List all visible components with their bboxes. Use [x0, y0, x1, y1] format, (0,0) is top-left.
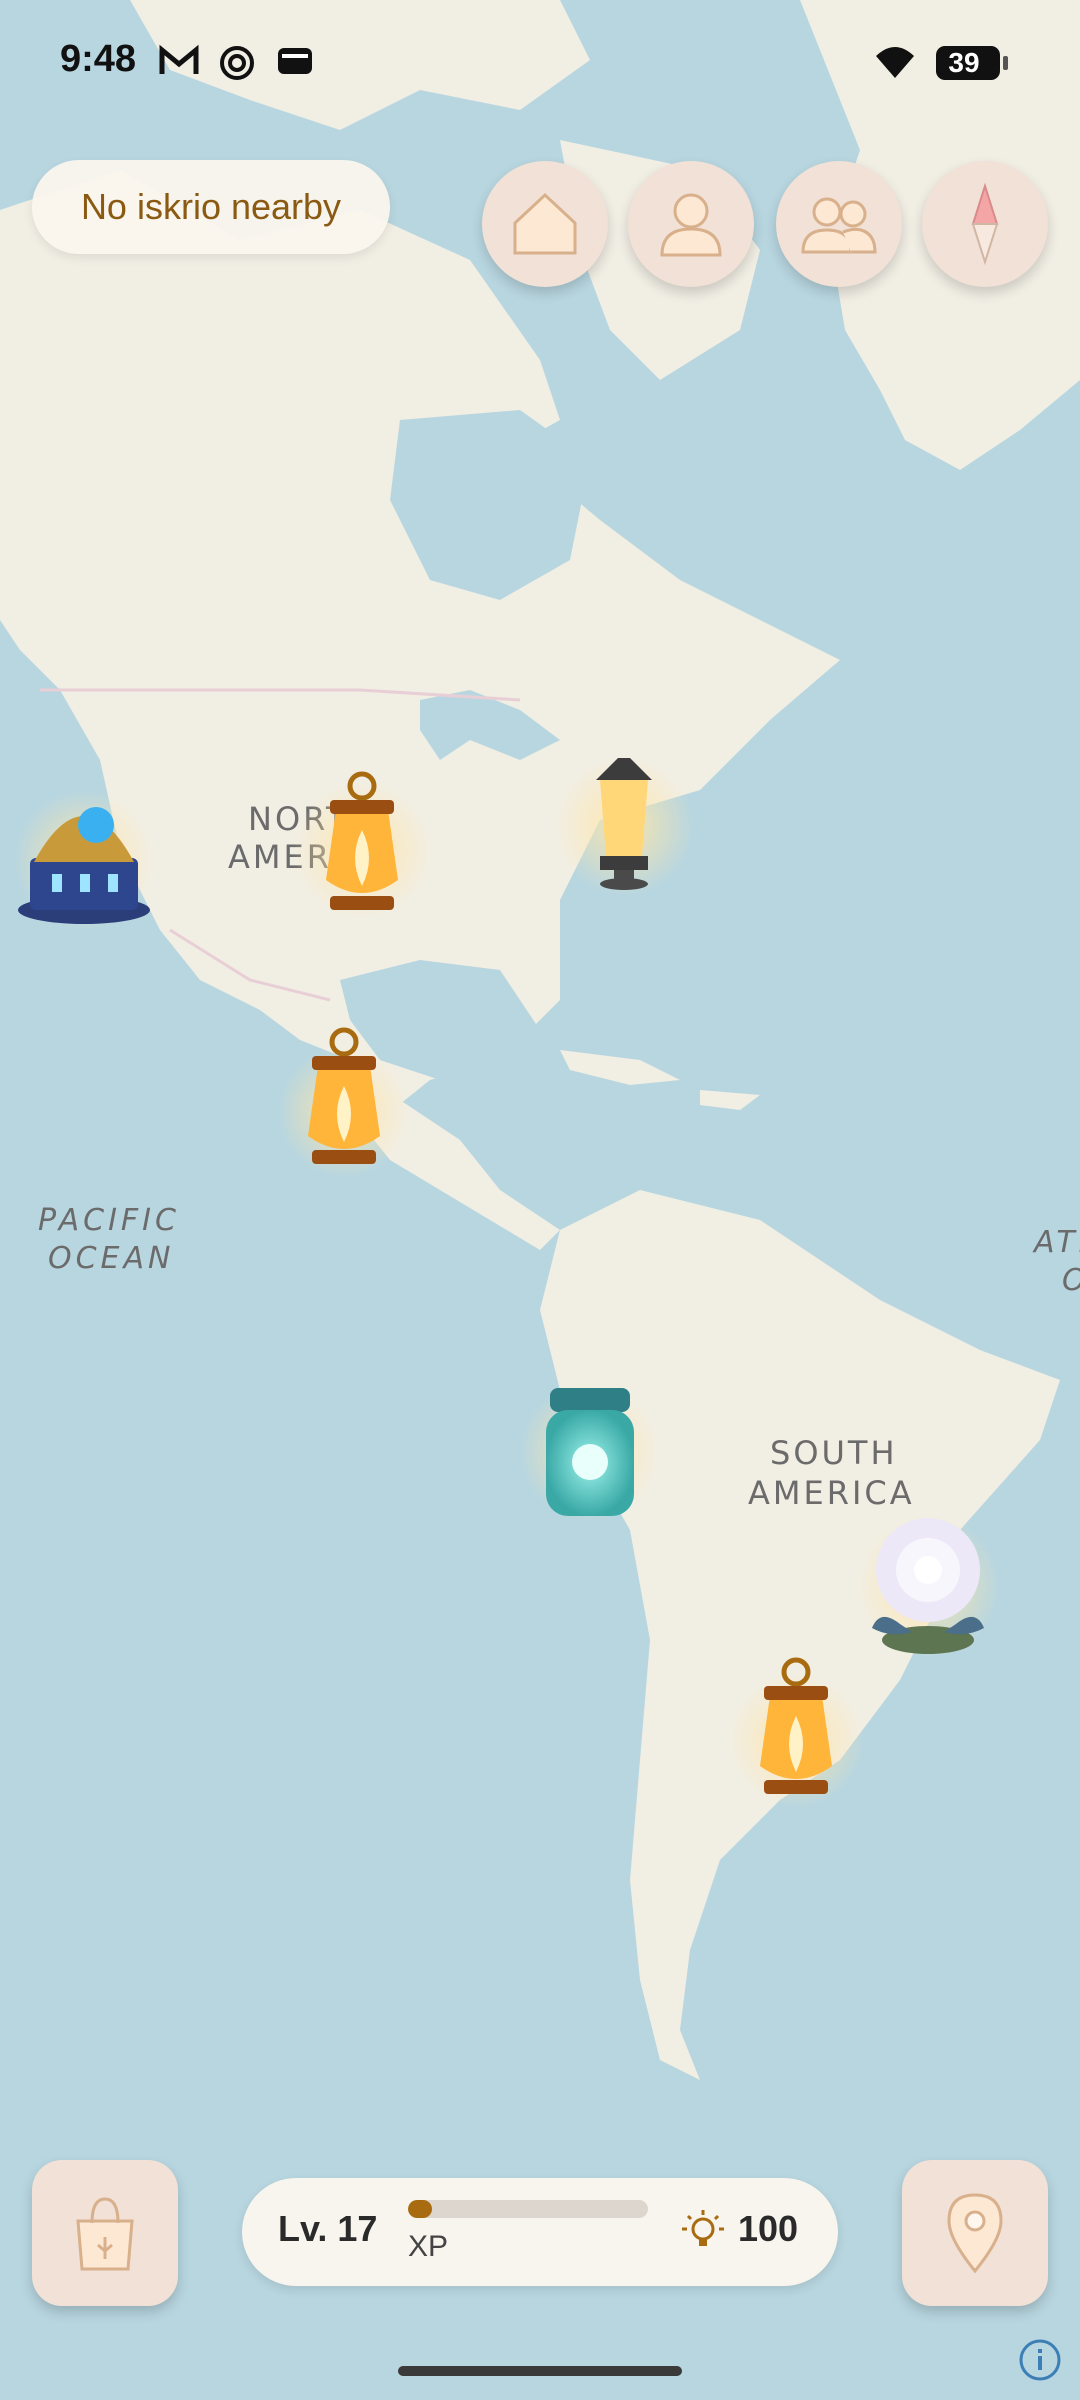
- battery-indicator: 39: [936, 46, 1008, 80]
- xp-progress-fill: [408, 2200, 432, 2218]
- label-pacific-2: OCEAN: [48, 1241, 174, 1276]
- nearby-status-text: No iskrio nearby: [80, 186, 342, 227]
- player-stats-bar: Lv. 17 XP 100: [242, 2178, 838, 2286]
- profile-icon: [660, 193, 722, 257]
- label-atlantic-2: OCEAN: [1062, 1263, 1080, 1298]
- compass-button[interactable]: [922, 161, 1048, 287]
- battery-level: 39: [948, 47, 980, 78]
- threads-icon: [220, 46, 254, 80]
- bag-button[interactable]: [32, 2160, 178, 2306]
- points-count: 100: [738, 2208, 799, 2249]
- friends-button[interactable]: [776, 161, 902, 287]
- label-south-america-1: SOUTH: [770, 1434, 898, 1472]
- wallet-icon: [278, 48, 312, 74]
- street-lamp-icon[interactable]: [554, 756, 694, 896]
- label-south-america-2: AMERICA: [748, 1474, 915, 1512]
- wifi-icon: [876, 47, 914, 78]
- home-icon: [513, 192, 577, 255]
- gesture-home-indicator[interactable]: [398, 2366, 682, 2376]
- compass-icon: [971, 182, 999, 266]
- location-button[interactable]: [902, 2160, 1048, 2306]
- nearby-status-pill: No iskrio nearby: [32, 160, 390, 254]
- profile-button[interactable]: [628, 161, 754, 287]
- location-pin-icon: [947, 2193, 1003, 2274]
- xp-label: XP: [408, 2230, 449, 2263]
- glowing-jar-icon[interactable]: [520, 1382, 660, 1522]
- label-atlantic-1: ATLANTIC: [1032, 1225, 1080, 1260]
- observatory-dome-icon[interactable]: [14, 790, 154, 930]
- label-pacific-1: PACIFIC: [38, 1203, 180, 1238]
- friends-icon: [801, 197, 877, 254]
- info-icon[interactable]: [1018, 2338, 1062, 2382]
- xp-progress-track: [408, 2200, 648, 2218]
- player-level: Lv. 17: [278, 2208, 378, 2249]
- status-bar: 9:48 39: [0, 0, 1080, 120]
- shopping-bag-icon: [76, 2197, 134, 2271]
- status-time: 9:48: [60, 38, 137, 80]
- white-flower-icon[interactable]: [856, 1514, 1000, 1658]
- gmail-icon: [159, 44, 199, 74]
- lightbulb-icon: [682, 2210, 724, 2246]
- home-button[interactable]: [482, 161, 608, 287]
- world-map[interactable]: NORTH AMERICA SOUTH AMERICA PACIFIC OCEA…: [0, 0, 1080, 2400]
